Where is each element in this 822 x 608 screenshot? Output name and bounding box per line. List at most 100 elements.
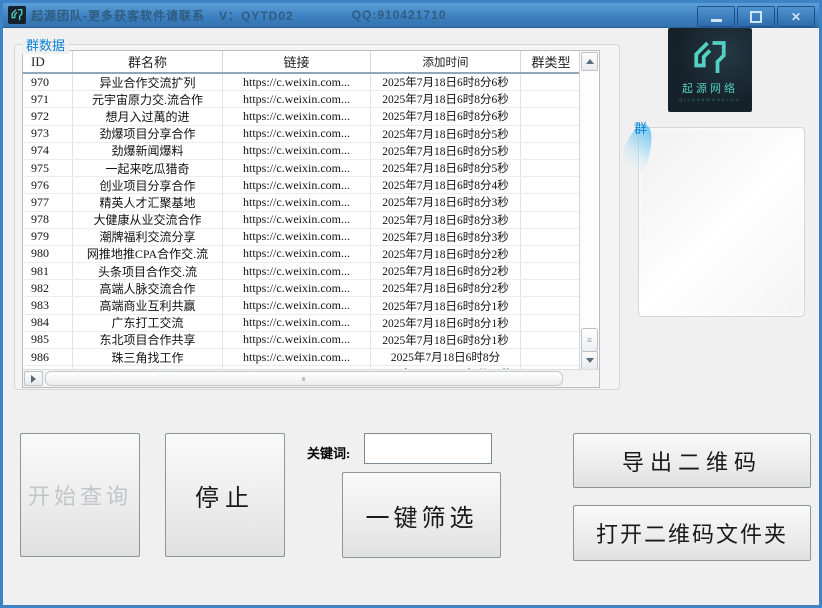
up-arrow-icon	[586, 59, 594, 64]
table-cell	[521, 297, 581, 313]
table-cell	[521, 160, 581, 176]
table-cell: 975	[23, 160, 73, 176]
table-cell: https://c.weixin.com...	[223, 263, 371, 279]
table-cell	[521, 315, 581, 331]
start-query-button[interactable]: 开始查询	[20, 433, 140, 557]
table-row[interactable]: 972想月入过萬的进https://c.weixin.com...2025年7月…	[23, 108, 599, 125]
table-cell: 珠三角找工作	[73, 349, 223, 365]
table-cell	[521, 212, 581, 228]
table-cell	[521, 246, 581, 262]
qr-box-legend: 群	[630, 118, 651, 137]
column-header[interactable]: 链接	[223, 51, 371, 72]
column-header[interactable]: 添加时间	[371, 51, 521, 72]
table-cell: 2025年7月18日6时8分5秒	[371, 126, 521, 142]
table-row[interactable]: 979潮牌福利交流分享https://c.weixin.com...2025年7…	[23, 229, 599, 246]
open-qrcode-folder-button[interactable]: 打开二维码文件夹	[573, 505, 811, 561]
table-cell: 创业项目分享合作	[73, 177, 223, 193]
table-row[interactable]: 986珠三角找工作https://c.weixin.com...2025年7月1…	[23, 349, 599, 366]
table-cell: https://c.weixin.com...	[223, 315, 371, 331]
table-cell: 977	[23, 194, 73, 210]
table-cell: 974	[23, 143, 73, 159]
table-cell: 2025年7月18日6时8分2秒	[371, 246, 521, 262]
close-icon: ✕	[791, 11, 801, 23]
table-row[interactable]: 980网推地推CPA合作交.流https://c.weixin.com...20…	[23, 246, 599, 263]
horizontal-scrollbar[interactable]: ≡	[23, 369, 599, 387]
keyword-input[interactable]	[364, 433, 492, 464]
table-cell: https://c.weixin.com...	[223, 246, 371, 262]
table-cell: 大健康从业交流合作	[73, 212, 223, 228]
table-cell: 头条项目合作交.流	[73, 263, 223, 279]
brand-logo: 起源网络 QIYUANWANGLUO	[668, 28, 752, 112]
table-cell	[521, 91, 581, 107]
table-cell: 2025年7月18日6时8分	[371, 349, 521, 365]
table-row[interactable]: 984广东打工交流https://c.weixin.com...2025年7月1…	[23, 315, 599, 332]
maximize-button[interactable]	[737, 6, 775, 27]
table-row[interactable]: 981头条项目合作交.流https://c.weixin.com...2025年…	[23, 263, 599, 280]
qy-logo-icon	[10, 8, 24, 22]
qr-display-box: 群	[638, 118, 805, 317]
group-data-box: 群数据 ID群名称链接添加时间群类型 970异业合作交流扩列https://c.…	[14, 35, 620, 390]
close-button[interactable]: ✕	[777, 6, 815, 27]
table-cell: 高端人脉交流合作	[73, 280, 223, 296]
table-row[interactable]: 983高端商业互利共赢https://c.weixin.com...2025年7…	[23, 297, 599, 314]
table-cell: https://c.weixin.com...	[223, 177, 371, 193]
table-cell: 984	[23, 315, 73, 331]
scroll-right-button[interactable]	[24, 371, 43, 386]
title-qq-number: QQ:910421710	[352, 8, 447, 22]
table-cell: https://c.weixin.com...	[223, 297, 371, 313]
table-row[interactable]: 973劲爆项目分享合作https://c.weixin.com...2025年7…	[23, 126, 599, 143]
table-cell: 979	[23, 229, 73, 245]
table-row[interactable]: 977精英人才汇聚基地https://c.weixin.com...2025年7…	[23, 194, 599, 211]
app-icon	[8, 6, 26, 24]
table-row[interactable]: 982高端人脉交流合作https://c.weixin.com...2025年7…	[23, 280, 599, 297]
stop-button[interactable]: 停止	[165, 433, 285, 557]
table-cell: https://c.weixin.com...	[223, 74, 371, 90]
scroll-up-button[interactable]	[581, 52, 598, 71]
table-cell	[521, 177, 581, 193]
title-wechat-id: V：QYTD02	[219, 7, 294, 24]
table-row[interactable]: 976创业项目分享合作https://c.weixin.com...2025年7…	[23, 177, 599, 194]
vertical-scrollbar[interactable]: ≡	[579, 51, 599, 371]
table-cell: 2025年7月18日6时8分3秒	[371, 229, 521, 245]
right-arrow-icon	[31, 375, 36, 383]
table-row[interactable]: 970异业合作交流扩列https://c.weixin.com...2025年7…	[23, 74, 599, 91]
table-row[interactable]: 985东北项目合作共享https://c.weixin.com...2025年7…	[23, 332, 599, 349]
table-cell: 劲爆项目分享合作	[73, 126, 223, 142]
scroll-down-button[interactable]	[581, 351, 598, 370]
table-cell: 网推地推CPA合作交.流	[73, 246, 223, 262]
qr-display-area	[638, 127, 805, 317]
table-row[interactable]: 978大健康从业交流合作https://c.weixin.com...2025年…	[23, 212, 599, 229]
table-row[interactable]: 974劲爆新闻爆料https://c.weixin.com...2025年7月1…	[23, 143, 599, 160]
table-cell: 2025年7月18日6时8分6秒	[371, 108, 521, 124]
table-cell: 970	[23, 74, 73, 90]
column-header[interactable]: ID	[23, 51, 73, 72]
title-bar[interactable]: 起源团队-更多获客软件请联系 V：QYTD02 QQ:910421710 ✕	[3, 3, 819, 28]
table-cell: 985	[23, 332, 73, 348]
table-cell: 劲爆新闻爆料	[73, 143, 223, 159]
column-header[interactable]: 群类型	[521, 51, 581, 72]
group-data-legend: 群数据	[22, 35, 69, 54]
horizontal-scroll-thumb[interactable]: ≡	[45, 371, 563, 386]
table-cell: 978	[23, 212, 73, 228]
table-cell: 2025年7月18日6时8分6秒	[371, 91, 521, 107]
table-row[interactable]: 971元宇宙原力交.流合作https://c.weixin.com...2025…	[23, 91, 599, 108]
table-cell: 2025年7月18日6时8分1秒	[371, 297, 521, 313]
table-cell: 潮牌福利交流分享	[73, 229, 223, 245]
table-cell: 2025年7月18日6时8分3秒	[371, 194, 521, 210]
app-window: 起源团队-更多获客软件请联系 V：QYTD02 QQ:910421710 ✕ 群…	[0, 0, 822, 608]
table-cell: 972	[23, 108, 73, 124]
table-cell: 2025年7月18日6时8分2秒	[371, 280, 521, 296]
keyword-label: 关键词:	[307, 443, 350, 462]
table-cell: 精英人才汇聚基地	[73, 194, 223, 210]
down-arrow-icon	[586, 358, 594, 363]
minimize-button[interactable]	[697, 6, 735, 27]
table-cell: 2025年7月18日6时8分5秒	[371, 143, 521, 159]
table-cell: https://c.weixin.com...	[223, 332, 371, 348]
one-click-filter-button[interactable]: 一键筛选	[342, 472, 501, 558]
table-row[interactable]: 975一起来吃瓜猎奇https://c.weixin.com...2025年7月…	[23, 160, 599, 177]
maximize-icon	[750, 11, 762, 23]
export-qrcode-button[interactable]: 导出二维码	[573, 433, 811, 488]
column-header[interactable]: 群名称	[73, 51, 223, 72]
table-cell	[521, 349, 581, 365]
vertical-scroll-thumb[interactable]: ≡	[581, 328, 598, 352]
